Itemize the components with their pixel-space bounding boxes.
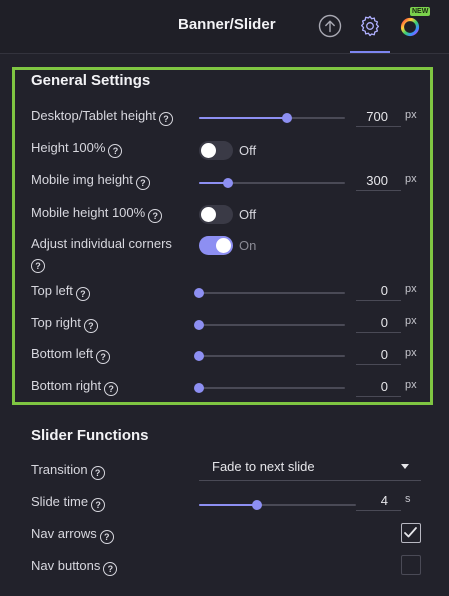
gear-icon[interactable] <box>358 14 382 38</box>
top-bar: Banner/Slider NEW <box>0 0 449 54</box>
slider-handle[interactable] <box>252 500 263 510</box>
check-icon <box>404 527 417 538</box>
unit-label: px <box>405 173 417 185</box>
general-settings-title: General Settings <box>31 72 151 89</box>
toggle-state: Off <box>239 207 257 222</box>
help-icon[interactable]: ? <box>96 350 111 364</box>
nav-arrows-label: Nav arrows? <box>31 526 114 544</box>
slider-handle[interactable] <box>223 178 234 188</box>
height-100-label: Height 100%? <box>31 140 123 158</box>
help-icon[interactable]: ? <box>103 562 118 576</box>
help-icon[interactable]: ? <box>90 466 105 480</box>
bottom-left-slider[interactable] <box>194 350 345 362</box>
mobile-height-100-label: Mobile height 100%? <box>31 205 163 223</box>
mobile-img-height-input[interactable]: 300 <box>356 170 401 191</box>
top-left-input[interactable]: 0 <box>356 280 401 301</box>
desktop-height-slider[interactable] <box>199 112 345 124</box>
help-icon[interactable]: ? <box>159 112 174 126</box>
page-title: Banner/Slider <box>178 16 276 33</box>
adjust-corners-toggle[interactable] <box>199 236 233 255</box>
bottom-left-label: Bottom left? <box>31 346 111 364</box>
bottom-right-slider[interactable] <box>194 382 345 394</box>
help-icon[interactable]: ? <box>104 382 119 396</box>
help-icon[interactable]: ? <box>83 319 98 333</box>
bottom-right-input[interactable]: 0 <box>356 376 401 397</box>
slider-handle[interactable] <box>194 383 204 393</box>
help-icon-wrapper: ? <box>31 255 45 273</box>
active-tab-indicator <box>350 51 390 53</box>
top-right-input[interactable]: 0 <box>356 312 401 333</box>
help-icon[interactable]: ? <box>31 259 45 273</box>
top-right-label: Top right? <box>31 315 98 333</box>
slide-time-label: Slide time? <box>31 494 106 512</box>
height-100-toggle[interactable] <box>199 141 233 160</box>
nav-buttons-label: Nav buttons? <box>31 558 118 576</box>
top-left-slider[interactable] <box>194 287 345 299</box>
desktop-height-label: Desktop/Tablet height? <box>31 108 174 126</box>
bottom-left-input[interactable]: 0 <box>356 344 401 365</box>
unit-label: s <box>405 493 411 505</box>
unit-label: px <box>405 315 417 327</box>
slide-time-input[interactable]: 4 <box>356 490 401 511</box>
slider-handle[interactable] <box>281 113 292 123</box>
slider-handle[interactable] <box>194 351 204 361</box>
help-icon[interactable]: ? <box>135 176 150 190</box>
unit-label: px <box>405 347 417 359</box>
nav-buttons-checkbox[interactable] <box>401 555 421 575</box>
transition-select[interactable]: Fade to next slide <box>199 454 421 481</box>
toggle-state: On <box>239 238 257 253</box>
help-icon[interactable]: ? <box>99 530 114 544</box>
top-right-slider[interactable] <box>194 319 345 331</box>
slide-time-slider[interactable] <box>199 499 356 511</box>
transition-value: Fade to next slide <box>212 459 315 474</box>
upload-icon[interactable] <box>318 14 342 38</box>
help-icon[interactable]: ? <box>75 287 90 301</box>
unit-label: px <box>405 283 417 295</box>
bottom-right-label: Bottom right? <box>31 378 119 396</box>
new-badge: NEW <box>410 7 431 16</box>
color-wheel-icon[interactable] <box>398 14 422 38</box>
unit-label: px <box>405 109 417 121</box>
slider-handle[interactable] <box>194 288 204 298</box>
unit-label: px <box>405 379 417 391</box>
mobile-img-height-label: Mobile img height? <box>31 172 150 190</box>
toggle-state: Off <box>239 143 257 158</box>
help-icon[interactable]: ? <box>148 209 163 223</box>
top-left-label: Top left? <box>31 283 90 301</box>
adjust-corners-label: Adjust individual corners <box>31 236 172 251</box>
nav-arrows-checkbox[interactable] <box>401 523 421 543</box>
help-icon[interactable]: ? <box>108 144 123 158</box>
help-icon[interactable]: ? <box>91 498 106 512</box>
mobile-img-height-slider[interactable] <box>199 177 345 189</box>
slider-handle[interactable] <box>194 320 204 330</box>
transition-label: Transition? <box>31 462 105 480</box>
slider-functions-title: Slider Functions <box>31 427 149 444</box>
chevron-down-icon <box>401 464 409 469</box>
mobile-height-100-toggle[interactable] <box>199 205 233 224</box>
desktop-height-input[interactable]: 700 <box>356 106 401 127</box>
